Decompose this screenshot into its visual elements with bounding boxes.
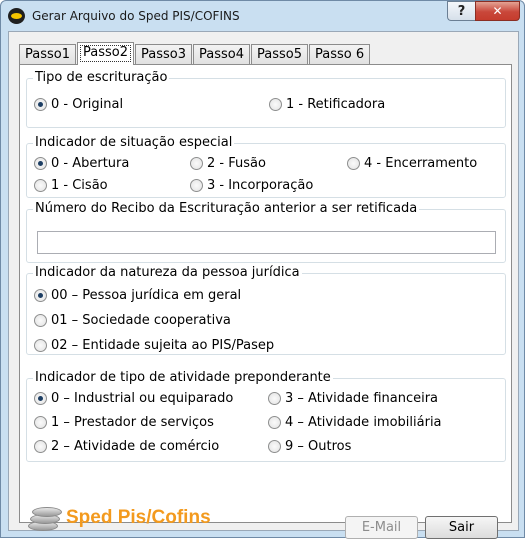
radio-original[interactable]: 0 - Original: [34, 97, 123, 112]
radio-atividade-imobiliaria[interactable]: 4 – Atividade imobiliária: [268, 415, 442, 430]
radio-indicator: [34, 289, 47, 302]
app-window: Gerar Arquivo do Sped PIS/COFINS ? ✕ Pas…: [0, 0, 525, 539]
radio-label: 1 – Prestador de serviços: [51, 415, 214, 430]
radio-label: 01 – Sociedade cooperativa: [51, 313, 231, 328]
group-legend: Indicador da natureza da pessoa jurídica: [33, 265, 302, 280]
group-atividade-preponderante: Indicador de tipo de atividade preponder…: [26, 370, 506, 462]
sped-icon: [8, 8, 25, 24]
radio-indicator: [34, 339, 47, 352]
tab-passo2[interactable]: Passo2: [77, 42, 134, 65]
radio-abertura[interactable]: 0 - Abertura: [34, 156, 129, 171]
group-legend: Tipo de escrituração: [33, 70, 170, 85]
radio-label: 0 – Industrial ou equiparado: [51, 391, 234, 406]
radio-indicator: [268, 416, 281, 429]
group-tipo-escrituracao: Tipo de escrituração 0 - Original 1 - Re…: [26, 70, 506, 128]
radio-label: 9 – Outros: [285, 439, 352, 454]
radio-label: 2 – Atividade de comércio: [51, 439, 220, 454]
radio-fusao[interactable]: 2 - Fusão: [190, 156, 266, 171]
tab-passo1[interactable]: Passo1: [19, 44, 76, 64]
radio-label: 2 - Fusão: [207, 156, 266, 171]
radio-label: 4 - Encerramento: [364, 156, 478, 171]
radio-indicator: [34, 157, 47, 170]
radio-indicator: [190, 157, 203, 170]
radio-pj-geral[interactable]: 00 – Pessoa jurídica em geral: [34, 288, 241, 303]
radio-indicator: [34, 179, 47, 192]
logo-text: Sped Pis/Cofins: [66, 507, 211, 528]
radio-label: 4 – Atividade imobiliária: [285, 415, 442, 430]
title-bar[interactable]: Gerar Arquivo do Sped PIS/COFINS ? ✕: [1, 1, 524, 31]
radio-cisao[interactable]: 1 - Cisão: [34, 178, 108, 193]
email-button[interactable]: E-Mail: [345, 516, 418, 539]
radio-indicator: [268, 392, 281, 405]
tab-panel-passo2: Tipo de escrituração 0 - Original 1 - Re…: [19, 64, 512, 539]
group-legend: Número do Recibo da Escrituração anterio…: [33, 201, 420, 216]
radio-indicator: [34, 392, 47, 405]
window-title: Gerar Arquivo do Sped PIS/COFINS: [32, 9, 240, 23]
radio-retificadora[interactable]: 1 - Retificadora: [269, 97, 385, 112]
group-numero-recibo: Número do Recibo da Escrituração anterio…: [26, 201, 506, 263]
radio-label: 02 – Entidade sujeita ao PIS/Pasep: [51, 338, 275, 353]
radio-indicator: [34, 416, 47, 429]
recibo-input[interactable]: [37, 231, 496, 254]
radio-sociedade-cooperativa[interactable]: 01 – Sociedade cooperativa: [34, 313, 231, 328]
exit-button[interactable]: Sair: [425, 516, 498, 539]
radio-indicator: [190, 179, 203, 192]
radio-industrial[interactable]: 0 – Industrial ou equiparado: [34, 391, 233, 406]
radio-indicator: [269, 98, 282, 111]
radio-label: 0 - Original: [51, 97, 124, 112]
sped-logo: Sped Pis/Cofins: [26, 498, 211, 538]
radio-entidade-pis-pasep[interactable]: 02 – Entidade sujeita ao PIS/Pasep: [34, 338, 274, 353]
radio-label: 1 - Cisão: [51, 178, 108, 193]
radio-label: 0 - Abertura: [51, 156, 130, 171]
radio-label: 00 – Pessoa jurídica em geral: [51, 288, 242, 303]
radio-indicator: [34, 314, 47, 327]
group-natureza-pj: Indicador da natureza da pessoa jurídica…: [26, 265, 506, 355]
group-legend: Indicador de tipo de atividade preponder…: [33, 370, 333, 385]
radio-label: 3 - Incorporação: [207, 178, 314, 193]
group-legend: Indicador de situação especial: [33, 135, 235, 150]
radio-outros[interactable]: 9 – Outros: [268, 439, 351, 454]
radio-label: 3 – Atividade financeira: [285, 391, 439, 406]
radio-label: 1 - Retificadora: [286, 97, 386, 112]
close-button[interactable]: ✕: [475, 1, 520, 21]
radio-atividade-comercio[interactable]: 2 – Atividade de comércio: [34, 439, 219, 454]
tab-passo5[interactable]: Passo5: [251, 44, 308, 64]
tab-strip: Passo1 Passo2 Passo3 Passo4 Passo5 Passo…: [19, 42, 371, 65]
radio-incorporacao[interactable]: 3 - Incorporação: [190, 178, 313, 193]
radio-atividade-financeira[interactable]: 3 – Atividade financeira: [268, 391, 438, 406]
disc-stack-icon: [26, 503, 62, 533]
radio-indicator: [34, 440, 47, 453]
tab-passo6[interactable]: Passo 6: [309, 44, 371, 64]
radio-encerramento[interactable]: 4 - Encerramento: [347, 156, 477, 171]
radio-indicator: [34, 98, 47, 111]
tab-passo4[interactable]: Passo4: [193, 44, 250, 64]
group-situacao-especial: Indicador de situação especial 0 - Abert…: [26, 135, 506, 198]
radio-indicator: [347, 157, 360, 170]
radio-indicator: [268, 440, 281, 453]
tab-passo3[interactable]: Passo3: [135, 44, 192, 64]
help-button[interactable]: ?: [447, 1, 475, 21]
client-area: Passo1 Passo2 Passo3 Passo4 Passo5 Passo…: [8, 31, 519, 539]
radio-prestador-servicos[interactable]: 1 – Prestador de serviços: [34, 415, 214, 430]
